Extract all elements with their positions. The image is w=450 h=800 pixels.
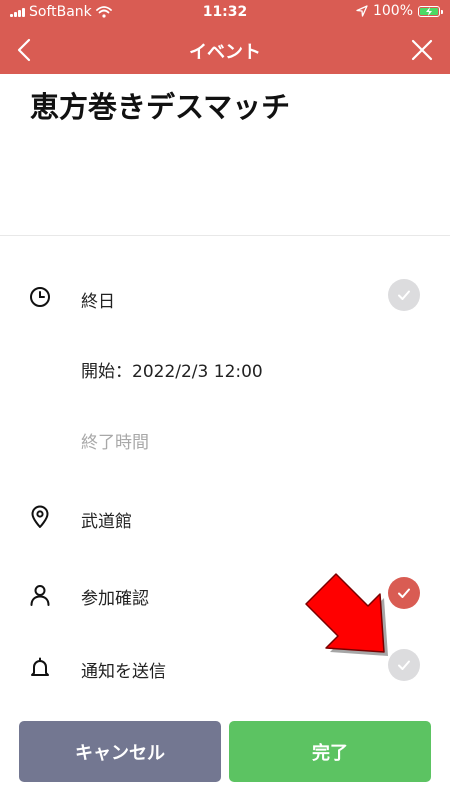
all-day-toggle[interactable] [388, 279, 420, 311]
section-divider [0, 235, 450, 236]
location-field[interactable]: 武道館 [81, 507, 132, 532]
checkmark-icon [398, 290, 410, 300]
battery-icon [418, 5, 443, 17]
end-time-field[interactable]: 終了時間 [81, 428, 149, 453]
annotation-arrow-icon [305, 573, 388, 656]
person-icon [30, 585, 50, 606]
location-pin-icon [31, 505, 49, 528]
event-title[interactable]: 恵方巻きデスマッチ [30, 84, 290, 126]
nav-title: イベント [189, 42, 261, 63]
status-right: 100% [356, 3, 443, 19]
all-day-label: 終日 [81, 292, 115, 312]
notify-label: 通知を送信 [81, 662, 166, 682]
done-button[interactable]: 完了 [229, 721, 431, 782]
clock-icon [30, 287, 50, 307]
location-arrow-icon [356, 5, 368, 17]
nav-bar: イベント [0, 26, 450, 74]
close-icon[interactable] [410, 38, 434, 62]
status-bar: SoftBank 11:32 100% [0, 0, 450, 26]
start-time[interactable]: 開始：2022/2/3 12:00 [81, 357, 263, 382]
cancel-button[interactable]: キャンセル [19, 721, 221, 782]
attendance-label: 参加確認 [81, 589, 149, 609]
battery-percent: 100% [372, 3, 413, 19]
bell-icon [31, 657, 49, 676]
